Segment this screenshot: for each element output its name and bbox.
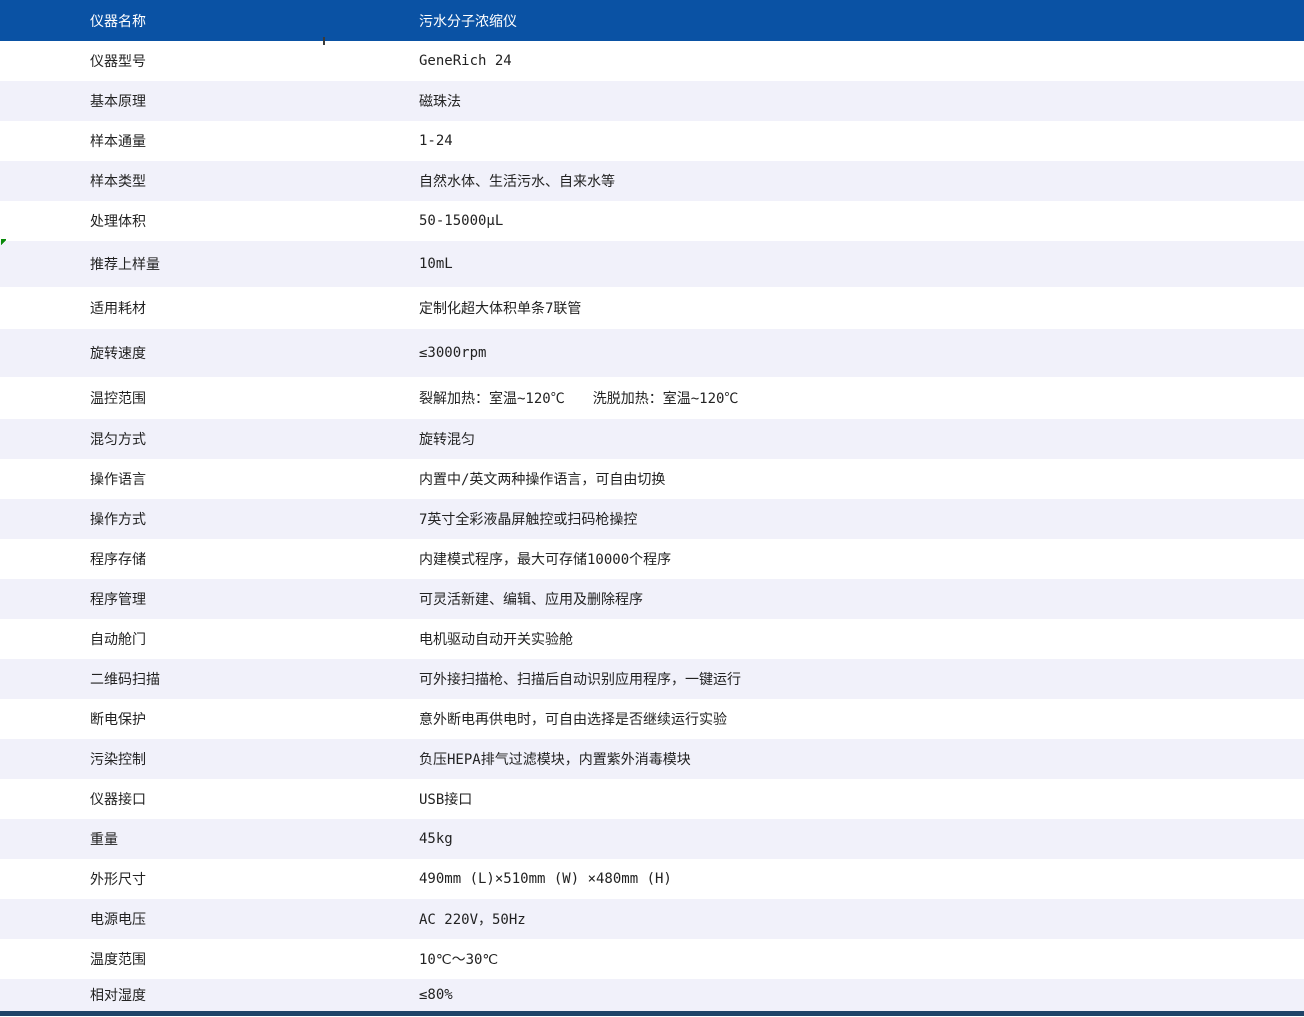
table-row: 重量 45kg	[0, 819, 1304, 859]
table-row: 样本通量 1-24	[0, 121, 1304, 161]
spec-label: 样本类型	[0, 171, 324, 191]
spec-value: 电机驱动自动开关实验舱	[324, 629, 1304, 649]
spec-value: 自然水体、生活污水、自来水等	[324, 171, 1304, 191]
spec-value: 50-15000μL	[324, 213, 1304, 229]
spec-label: 温度范围	[0, 949, 324, 969]
spec-value: 内置中/英文两种操作语言，可自由切换	[324, 469, 1304, 489]
spec-value: USB接口	[324, 789, 1304, 809]
table-row: 外形尺寸 490mm (L)×510mm (W) ×480mm (H)	[0, 859, 1304, 899]
table-row: 混匀方式 旋转混匀	[0, 419, 1304, 459]
spec-label: 温控范围	[0, 388, 324, 408]
spec-value: 内建模式程序，最大可存储10000个程序	[324, 549, 1304, 569]
spec-label: 程序存储	[0, 549, 324, 569]
spec-label: 相对湿度	[0, 985, 324, 1005]
table-row: 适用耗材 定制化超大体积单条7联管	[0, 287, 1304, 329]
table-row: 基本原理 磁珠法	[0, 81, 1304, 121]
table-row: 自动舱门 电机驱动自动开关实验舱	[0, 619, 1304, 659]
spec-label: 仪器接口	[0, 789, 324, 809]
spec-value: 10mL	[324, 256, 1304, 272]
spec-label: 电源电压	[0, 909, 324, 929]
spec-label: 程序管理	[0, 589, 324, 609]
spec-value: 定制化超大体积单条7联管	[324, 298, 1304, 318]
table-row: 旋转速度 ≤3000rpm	[0, 329, 1304, 377]
spec-table-body: 仪器型号 GeneRich 24 基本原理 磁珠法 样本通量 1-24 样本类型…	[0, 41, 1304, 1011]
spec-table: 仪器名称 污水分子浓缩仪 仪器型号 GeneRich 24 基本原理 磁珠法 样…	[0, 0, 1304, 1011]
spec-value: 负压HEPA排气过滤模块，内置紫外消毒模块	[324, 749, 1304, 769]
spec-label: 适用耗材	[0, 298, 324, 318]
table-row: 二维码扫描 可外接扫描枪、扫描后自动识别应用程序，一键运行	[0, 659, 1304, 699]
table-row: 相对湿度 ≤80%	[0, 979, 1304, 1011]
spec-label: 二维码扫描	[0, 669, 324, 689]
table-header-row: 仪器名称 污水分子浓缩仪	[0, 0, 1304, 41]
table-row: 样本类型 自然水体、生活污水、自来水等	[0, 161, 1304, 201]
spec-value: 可外接扫描枪、扫描后自动识别应用程序，一键运行	[324, 669, 1304, 689]
spec-value: 裂解加热：室温~120℃ 洗脱加热：室温~120℃	[324, 388, 1304, 408]
spec-label: 样本通量	[0, 131, 324, 151]
table-row: 程序管理 可灵活新建、编辑、应用及删除程序	[0, 579, 1304, 619]
bottom-border-bar	[0, 1011, 1304, 1016]
spec-label: 旋转速度	[0, 343, 324, 363]
green-corner-marker-icon	[1, 239, 6, 245]
table-row: 温度范围 10℃～30℃	[0, 939, 1304, 979]
spec-label: 基本原理	[0, 91, 324, 111]
table-row: 操作方式 7英寸全彩液晶屏触控或扫码枪操控	[0, 499, 1304, 539]
spec-label: 断电保护	[0, 709, 324, 729]
table-row: 污染控制 负压HEPA排气过滤模块，内置紫外消毒模块	[0, 739, 1304, 779]
spec-value: AC 220V，50Hz	[324, 909, 1304, 929]
table-row: 推荐上样量 10mL	[0, 241, 1304, 287]
spec-label: 仪器型号	[0, 51, 324, 71]
spec-value: 45kg	[324, 831, 1304, 847]
table-row: 断电保护 意外断电再供电时，可自由选择是否继续运行实验	[0, 699, 1304, 739]
spec-label: 操作语言	[0, 469, 324, 489]
spec-label: 外形尺寸	[0, 869, 324, 889]
spec-value: 磁珠法	[324, 91, 1304, 111]
table-row: 处理体积 50-15000μL	[0, 201, 1304, 241]
spec-label: 重量	[0, 829, 324, 849]
spec-value: 10℃～30℃	[324, 949, 1304, 969]
table-row: 仪器型号 GeneRich 24	[0, 41, 1304, 81]
column-divider-tick-icon	[323, 37, 325, 45]
table-row: 操作语言 内置中/英文两种操作语言，可自由切换	[0, 459, 1304, 499]
spec-label: 污染控制	[0, 749, 324, 769]
spec-label: 推荐上样量	[0, 254, 324, 274]
table-row: 仪器接口 USB接口	[0, 779, 1304, 819]
spec-label: 处理体积	[0, 211, 324, 231]
spec-value: 490mm (L)×510mm (W) ×480mm (H)	[324, 871, 1304, 887]
spec-value: 7英寸全彩液晶屏触控或扫码枪操控	[324, 509, 1304, 529]
spec-value: 1-24	[324, 133, 1304, 149]
spec-value: 意外断电再供电时，可自由选择是否继续运行实验	[324, 709, 1304, 729]
header-value: 污水分子浓缩仪	[324, 11, 1304, 31]
spec-value: ≤80%	[324, 987, 1304, 1003]
spec-value: ≤3000rpm	[324, 345, 1304, 361]
spec-label: 操作方式	[0, 509, 324, 529]
table-row: 电源电压 AC 220V，50Hz	[0, 899, 1304, 939]
spec-value: 旋转混匀	[324, 429, 1304, 449]
table-row: 程序存储 内建模式程序，最大可存储10000个程序	[0, 539, 1304, 579]
spec-label: 混匀方式	[0, 429, 324, 449]
spec-sheet-page: 仪器名称 污水分子浓缩仪 仪器型号 GeneRich 24 基本原理 磁珠法 样…	[0, 0, 1304, 1016]
header-label: 仪器名称	[0, 11, 324, 31]
table-row: 温控范围 裂解加热：室温~120℃ 洗脱加热：室温~120℃	[0, 377, 1304, 419]
spec-value: GeneRich 24	[324, 53, 1304, 69]
spec-label: 自动舱门	[0, 629, 324, 649]
spec-value: 可灵活新建、编辑、应用及删除程序	[324, 589, 1304, 609]
